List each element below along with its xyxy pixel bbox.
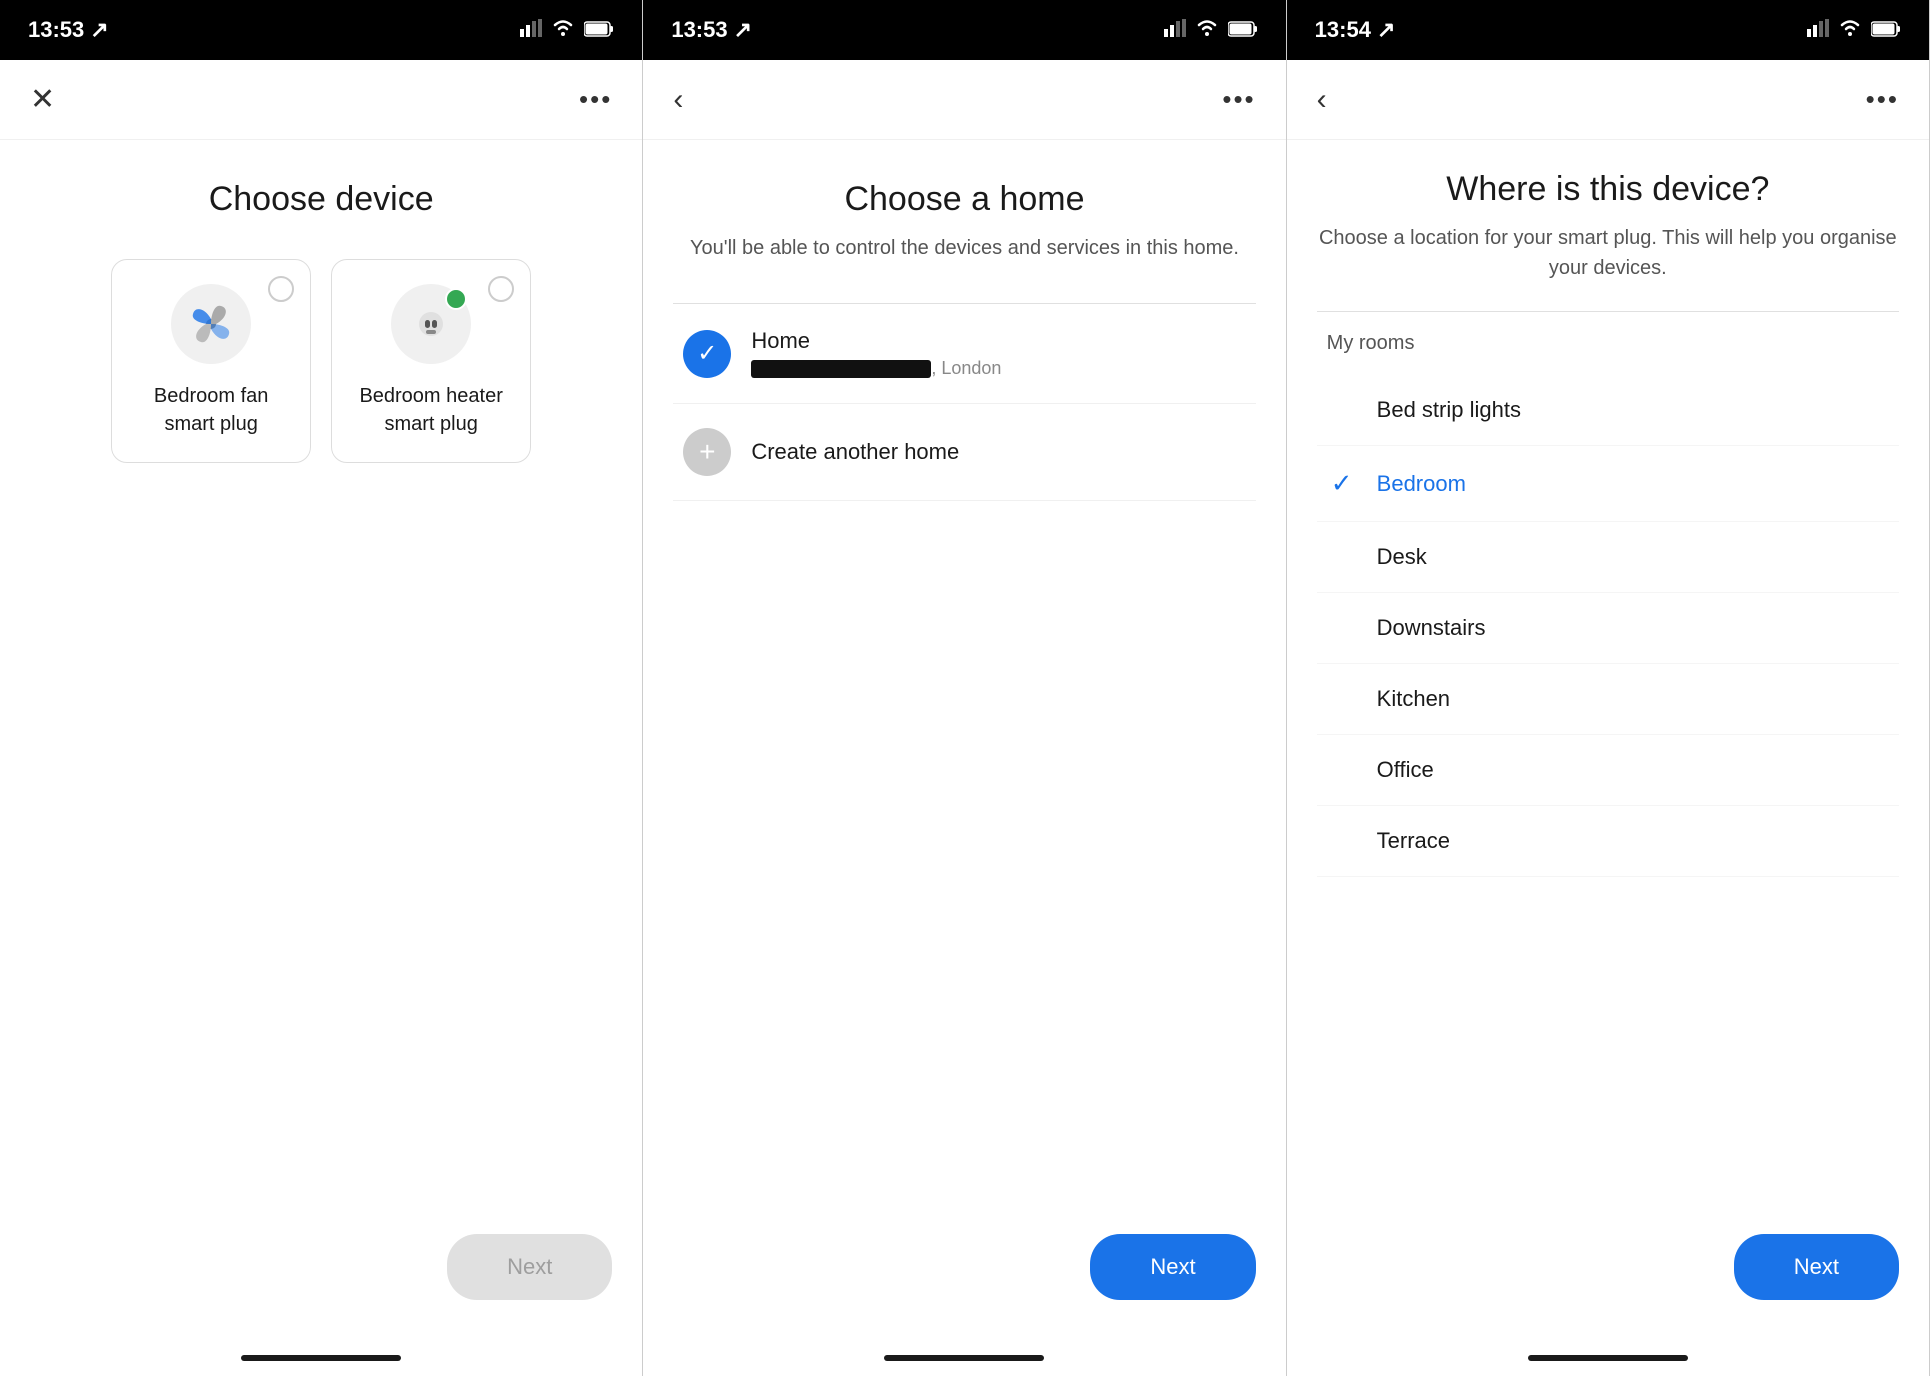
status-bar-1: 13:53 ↗	[0, 0, 642, 60]
time-3: 13:54	[1315, 17, 1371, 43]
panel-choose-device: 13:53 ↗ ✕ ••• Choose device	[0, 0, 643, 1376]
bottom-bar-2: Next	[643, 1214, 1285, 1340]
room-name-1: Bedroom	[1377, 471, 1466, 497]
device-name-fan: Bedroom fan smart plug	[154, 382, 269, 438]
device-card-plug[interactable]: Bedroom heater smart plug	[331, 259, 531, 463]
home-bar-3	[1528, 1355, 1688, 1361]
room-item-1[interactable]: ✓ Bedroom	[1317, 446, 1899, 522]
time-2: 13:53	[671, 17, 727, 43]
home-info-create: Create another home	[751, 439, 959, 465]
battery-icon-1	[584, 17, 614, 43]
next-button-3[interactable]: Next	[1734, 1234, 1899, 1300]
signal-icon-3	[1807, 17, 1829, 43]
wifi-icon-1	[552, 17, 574, 43]
room-item-2[interactable]: Desk	[1317, 522, 1899, 593]
wifi-icon-2	[1196, 17, 1218, 43]
wifi-icon-3	[1839, 17, 1861, 43]
room-item-0[interactable]: Bed strip lights	[1317, 375, 1899, 446]
panel-where-device: 13:54 ↗ ‹ ••• Where is this device? Choo…	[1287, 0, 1930, 1376]
back-button-2[interactable]: ‹	[673, 83, 683, 117]
divider-3	[1317, 311, 1899, 312]
device-grid: Bedroom fan smart plug Bedroo	[30, 259, 612, 463]
fan-icon	[185, 298, 237, 350]
home-name: Home	[751, 328, 1001, 354]
create-home-label: Create another home	[751, 439, 959, 465]
next-button-2[interactable]: Next	[1090, 1234, 1255, 1300]
signal-icon-2	[1164, 17, 1186, 43]
room-item-4[interactable]: Kitchen	[1317, 664, 1899, 735]
home-address: , London	[751, 358, 1001, 379]
bottom-bar-1: Next	[0, 1214, 642, 1340]
radio-plug	[488, 276, 514, 302]
room-name-3: Downstairs	[1377, 615, 1486, 641]
battery-icon-2	[1228, 17, 1258, 43]
room-name-6: Terrace	[1377, 828, 1450, 854]
nav-bar-1: ✕ •••	[0, 60, 642, 140]
time-1: 13:53	[28, 17, 84, 43]
more-options-1[interactable]: •••	[579, 84, 612, 115]
room-item-6[interactable]: Terrace	[1317, 806, 1899, 877]
nav-bar-3: ‹ •••	[1287, 60, 1929, 140]
room-check-1: ✓	[1327, 468, 1357, 499]
home-bar-2	[884, 1355, 1044, 1361]
home-indicator-3	[1287, 1340, 1929, 1376]
create-home-plus: +	[683, 428, 731, 476]
page-title-2: Choose a home	[673, 180, 1255, 219]
home-bar-1	[241, 1355, 401, 1361]
home-item-existing[interactable]: ✓ Home , London	[673, 304, 1255, 404]
room-name-4: Kitchen	[1377, 686, 1450, 712]
content-choose-home: Choose a home You'll be able to control …	[643, 140, 1285, 1214]
page-subtitle-3: Choose a location for your smart plug. T…	[1317, 223, 1899, 283]
home-item-create[interactable]: + Create another home	[673, 404, 1255, 501]
page-title-3: Where is this device?	[1317, 170, 1899, 209]
location-icon-3: ↗	[1377, 17, 1395, 43]
room-name-2: Desk	[1377, 544, 1427, 570]
more-options-3[interactable]: •••	[1866, 84, 1899, 115]
home-list: ✓ Home , London + Create another home	[673, 303, 1255, 501]
device-name-plug: Bedroom heater smart plug	[359, 382, 502, 438]
status-bar-2: 13:53 ↗	[643, 0, 1285, 60]
page-subtitle-2: You'll be able to control the devices an…	[673, 233, 1255, 263]
plug-icon-wrap	[391, 284, 471, 364]
room-item-3[interactable]: Downstairs	[1317, 593, 1899, 664]
status-bar-3: 13:54 ↗	[1287, 0, 1929, 60]
room-name-5: Office	[1377, 757, 1434, 783]
section-label-3: My rooms	[1317, 332, 1899, 355]
room-list: Bed strip lights ✓ Bedroom Desk Downstai…	[1317, 375, 1899, 877]
battery-icon-3	[1871, 17, 1901, 43]
panel-choose-home: 13:53 ↗ ‹ ••• Choose a home You'll be ab…	[643, 0, 1286, 1376]
nav-bar-2: ‹ •••	[643, 60, 1285, 140]
redacted-address	[751, 360, 931, 378]
home-indicator-2	[643, 1340, 1285, 1376]
content-choose-device: Choose device Bedroom fan smart plug	[0, 140, 642, 1214]
room-name-0: Bed strip lights	[1377, 397, 1521, 423]
close-button-1[interactable]: ✕	[30, 82, 55, 117]
location-icon-1: ↗	[90, 17, 108, 43]
next-button-1[interactable]: Next	[447, 1234, 612, 1300]
device-card-fan[interactable]: Bedroom fan smart plug	[111, 259, 311, 463]
fan-icon-wrap	[171, 284, 251, 364]
back-button-3[interactable]: ‹	[1317, 83, 1327, 117]
green-dot-plug	[445, 288, 467, 310]
room-item-5[interactable]: Office	[1317, 735, 1899, 806]
more-options-2[interactable]: •••	[1222, 84, 1255, 115]
bottom-bar-3: Next	[1287, 1214, 1929, 1340]
signal-icon-1	[520, 17, 542, 43]
home-info-existing: Home , London	[751, 328, 1001, 379]
page-title-1: Choose device	[30, 180, 612, 219]
radio-fan	[268, 276, 294, 302]
home-selected-check: ✓	[683, 330, 731, 378]
home-indicator-1	[0, 1340, 642, 1376]
location-icon-2: ↗	[734, 17, 752, 43]
content-where-device: Where is this device? Choose a location …	[1287, 140, 1929, 1214]
